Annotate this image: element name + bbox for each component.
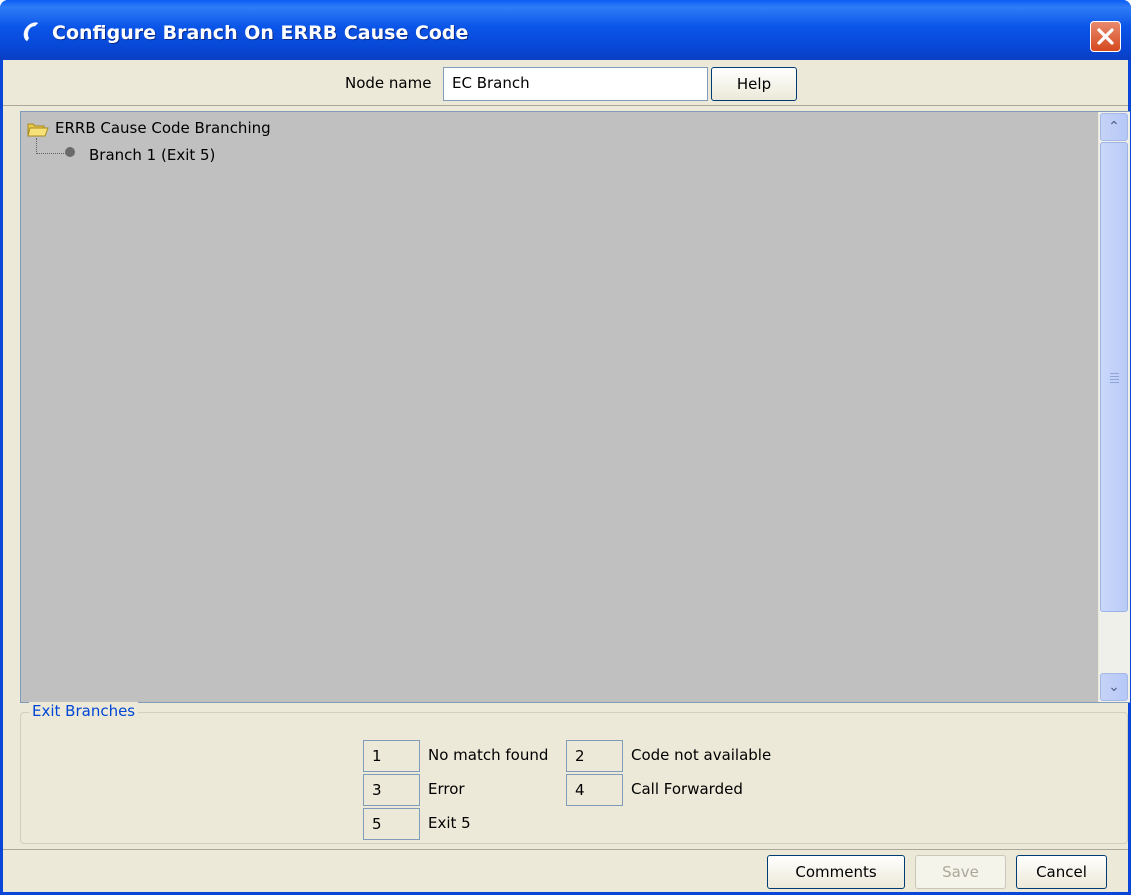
save-button[interactable]: Save [915, 855, 1006, 889]
help-button[interactable]: Help [711, 67, 797, 101]
tree-item-branch-1[interactable]: Branch 1 (Exit 5) [89, 146, 215, 164]
leaf-dot-icon [65, 147, 75, 157]
scrollbar-thumb[interactable] [1100, 142, 1128, 612]
exit-number-2: 2 [566, 740, 623, 772]
grip-line-3 [1110, 379, 1119, 380]
phone-handset-icon [23, 22, 39, 42]
cancel-button[interactable]: Cancel [1016, 855, 1107, 889]
node-name-input[interactable]: EC Branch [443, 67, 708, 101]
footer-divider [3, 849, 1128, 850]
exit-number-1: 1 [363, 740, 420, 772]
scroll-down-button[interactable]: ⌄ [1100, 673, 1128, 701]
scroll-up-button[interactable]: ⌃ [1100, 113, 1128, 141]
exit-label-3: Error [428, 780, 465, 798]
close-button[interactable] [1090, 21, 1121, 52]
tree-connector-vertical [36, 138, 37, 154]
node-name-label: Node name [345, 74, 432, 92]
exit-label-5: Exit 5 [428, 814, 471, 832]
exit-label-1: No match found [428, 746, 549, 764]
dialog-window: Configure Branch On ERRB Cause Code Node… [0, 0, 1131, 895]
grip-line-4 [1110, 382, 1119, 383]
chevron-down-icon: ⌄ [1108, 679, 1120, 695]
vertical-scrollbar[interactable]: ⌃ ⌄ [1098, 112, 1130, 702]
branch-tree-panel[interactable]: ERRB Cause Code Branching Branch 1 (Exit… [20, 111, 1130, 703]
exit-label-2: Code not available [631, 746, 772, 764]
dialog-content: Node name EC Branch Help ERRB Cause Code… [3, 60, 1130, 892]
tree-root-label: ERRB Cause Code Branching [55, 119, 271, 137]
window-title: Configure Branch On ERRB Cause Code [52, 22, 469, 44]
exit-branches-title: Exit Branches [29, 702, 139, 720]
exit-branches-group: Exit Branches 1 No match found 2 Code no… [20, 702, 1128, 844]
comments-button[interactable]: Comments [767, 855, 905, 889]
exit-number-4: 4 [566, 774, 623, 806]
exit-label-4: Call Forwarded [631, 780, 743, 798]
folder-open-icon [27, 123, 49, 137]
grip-line-1 [1110, 373, 1119, 374]
tree-connector-horizontal [36, 153, 66, 154]
grip-line-2 [1110, 376, 1119, 377]
exit-number-5: 5 [363, 808, 420, 840]
node-name-row: Node name EC Branch Help [3, 65, 1128, 103]
header-divider [3, 105, 1128, 106]
title-bar[interactable]: Configure Branch On ERRB Cause Code [0, 0, 1131, 60]
chevron-up-icon: ⌃ [1108, 119, 1120, 135]
close-x-icon [1097, 28, 1114, 45]
exit-number-3: 3 [363, 774, 420, 806]
